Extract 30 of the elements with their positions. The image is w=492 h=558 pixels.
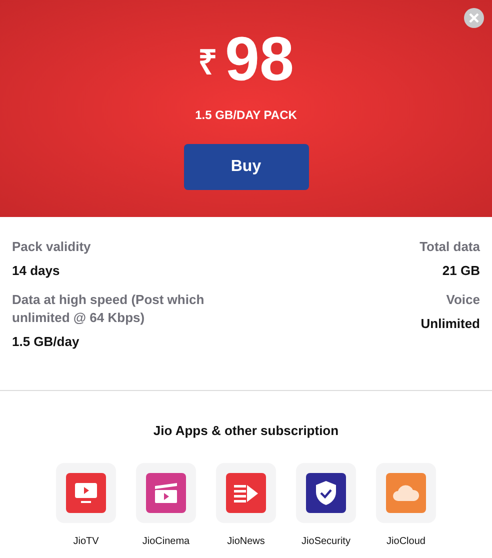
tv-icon: [74, 482, 98, 504]
detail-value: Unlimited: [420, 315, 480, 333]
detail-label: Voice: [446, 291, 480, 309]
app-tile[interactable]: [56, 462, 116, 522]
shield-check-icon: [315, 480, 337, 506]
detail-value: 21 GB: [442, 262, 480, 280]
detail-label: Data at high speed (Post which unlimited @ 64 Kbps): [12, 291, 206, 327]
app-tile[interactable]: [376, 462, 436, 522]
detail-value: 1.5 GB/day: [12, 333, 80, 351]
close-button[interactable]: [464, 8, 484, 28]
news-play-icon: [233, 482, 259, 502]
close-icon: [469, 13, 479, 23]
buy-button[interactable]: Buy: [184, 144, 308, 190]
app-name: JioNews: [227, 534, 265, 548]
pack-name: 1.5 GB/DAY PACK: [195, 107, 297, 124]
app-name: JioCinema: [142, 534, 190, 548]
app-tile[interactable]: [136, 462, 196, 522]
detail-label: Total data: [420, 238, 480, 256]
app-name: JioCloud: [386, 534, 426, 548]
detail-label: Pack validity: [12, 238, 92, 256]
clapperboard-icon: [154, 482, 178, 504]
detail-value: 14 days: [12, 262, 61, 280]
app-name: JioTV: [73, 534, 99, 548]
apps-title: Jio Apps & other subscription: [153, 422, 339, 440]
app-tile[interactable]: [296, 462, 356, 522]
app-tile[interactable]: [216, 462, 276, 522]
price: 98: [225, 29, 294, 91]
cloud-icon: [392, 484, 420, 502]
app-name: JioSecurity: [302, 534, 350, 548]
currency-symbol: ₹: [198, 46, 218, 80]
